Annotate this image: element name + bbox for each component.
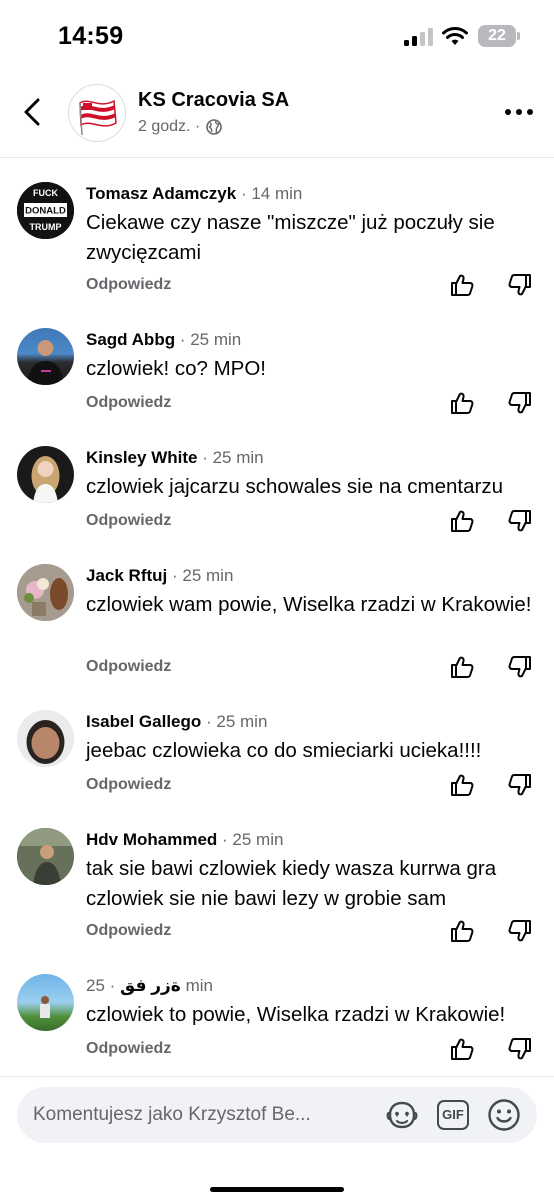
- gif-button[interactable]: GIF: [437, 1100, 469, 1130]
- comment-header: Hdv Mohammed · 25 min: [86, 830, 283, 850]
- avatar-line-3: TRUMP: [30, 222, 62, 232]
- more-options-icon[interactable]: [502, 102, 536, 122]
- commenter-avatar[interactable]: [17, 710, 74, 767]
- commenter-name[interactable]: Isabel Gallego: [86, 712, 201, 731]
- reply-button[interactable]: Odpowiedz: [86, 276, 171, 294]
- comment-text: czlowiek! co? MPO!: [86, 357, 266, 380]
- avatar-text-graphic: FUCK DONALD TRUMP: [17, 182, 74, 239]
- commenter-name[interactable]: ةزر فق: [120, 976, 181, 995]
- comment-composer: GIF: [0, 1076, 554, 1200]
- person-photo: [31, 456, 60, 503]
- cracovia-flag-logo: [79, 99, 117, 136]
- comment-text: tak sie bawi czlowiek kiedy wasza kurrwa…: [86, 857, 497, 910]
- comment-text: czlowiek wam powie, Wiselka rzadzi w Kra…: [86, 593, 532, 616]
- comment-header: Tomasz Adamczyk · 14 min: [86, 184, 302, 204]
- comment-header: Jack Rftuj · 25 min: [86, 566, 233, 586]
- reply-button[interactable]: Odpowiedz: [86, 394, 171, 412]
- globe-icon: [206, 119, 223, 135]
- flowers-photo: [17, 564, 74, 621]
- post-header: KS Cracovia SA 2 godz. ·: [0, 72, 554, 158]
- page-name[interactable]: KS Cracovia SA: [138, 89, 289, 112]
- home-indicator: [210, 1187, 344, 1192]
- thumbs-down-icon[interactable]: [507, 508, 533, 534]
- thumbs-down-icon[interactable]: [507, 772, 533, 798]
- commenter-name[interactable]: Tomasz Adamczyk: [86, 184, 236, 203]
- thumbs-up-icon[interactable]: [449, 508, 475, 534]
- comment-header: Kinsley White · 25 min: [86, 448, 264, 468]
- back-arrow-icon[interactable]: [18, 92, 48, 132]
- comment-header: Sagd Abbg · 25 min: [86, 330, 241, 350]
- comment-header: Isabel Gallego · 25 min: [86, 712, 267, 732]
- comment-time: · 14 min: [240, 184, 303, 203]
- commenter-avatar[interactable]: [17, 828, 74, 885]
- thumbs-up-icon[interactable]: [449, 654, 475, 680]
- avatar-line-2: DONALD: [25, 206, 66, 217]
- thumbs-down-icon[interactable]: [507, 1036, 533, 1062]
- reply-button[interactable]: Odpowiedz: [86, 658, 171, 676]
- thumbs-down-icon[interactable]: [507, 272, 533, 298]
- commenter-avatar[interactable]: [17, 328, 74, 385]
- person-photo: [17, 710, 74, 767]
- reply-button[interactable]: Odpowiedz: [86, 512, 171, 530]
- commenter-avatar[interactable]: [17, 446, 74, 503]
- status-time: 14:59: [58, 22, 124, 50]
- person-photo: [27, 340, 64, 385]
- commenter-avatar[interactable]: [17, 974, 74, 1031]
- battery-indicator: 22: [478, 25, 520, 47]
- post-time: 2 godz. ·: [138, 118, 201, 135]
- comment-header: ةزر فق · 25 min: [86, 976, 213, 996]
- thumbs-up-icon[interactable]: [449, 918, 475, 944]
- comment-text: jeebac czlowieka co do smieciarki ucieka…: [86, 739, 482, 762]
- commenter-name[interactable]: Jack Rftuj: [86, 566, 167, 585]
- wifi-icon: [442, 27, 468, 45]
- thumbs-up-icon[interactable]: [449, 772, 475, 798]
- status-bar: 14:59 22: [0, 0, 554, 72]
- person-photo: [40, 996, 50, 1018]
- reply-button[interactable]: Odpowiedz: [86, 922, 171, 940]
- comment-time: · 25 min: [179, 330, 242, 349]
- reply-button[interactable]: Odpowiedz: [86, 1040, 171, 1058]
- commenter-name[interactable]: Kinsley White: [86, 448, 197, 467]
- thumbs-up-icon[interactable]: [449, 272, 475, 298]
- comment-time: · 25 min: [171, 566, 234, 585]
- thumbs-down-icon[interactable]: [507, 390, 533, 416]
- thumbs-down-icon[interactable]: [507, 654, 533, 680]
- comment-text: Ciekawe czy nasze "miszcze" już poczuły …: [86, 211, 495, 264]
- emoji-icon[interactable]: [487, 1098, 521, 1132]
- comment-time: · 25 min: [206, 712, 268, 731]
- cellular-signal-icon: [404, 28, 434, 46]
- comment-time: · 25 min: [222, 830, 284, 849]
- comment-text: czlowiek jajcarzu schowales sie na cment…: [86, 475, 504, 498]
- commenter-name[interactable]: Hdv Mohammed: [86, 830, 217, 849]
- thumbs-up-icon[interactable]: [449, 1036, 475, 1062]
- comment-time: · 25 min: [202, 448, 264, 467]
- post-meta: 2 godz. ·: [138, 118, 223, 136]
- avatar-sticker-icon[interactable]: [385, 1099, 419, 1131]
- commenter-avatar[interactable]: [17, 564, 74, 621]
- commenter-avatar[interactable]: FUCK DONALD TRUMP: [17, 182, 74, 239]
- comment-input[interactable]: [33, 1087, 373, 1143]
- thumbs-down-icon[interactable]: [507, 918, 533, 944]
- composer-field: GIF: [17, 1087, 537, 1143]
- thumbs-up-icon[interactable]: [449, 390, 475, 416]
- avatar-line-1: FUCK: [33, 188, 58, 198]
- reply-button[interactable]: Odpowiedz: [86, 776, 171, 794]
- comment-text: czlowiek to powie, Wiselka rzadzi w Krak…: [86, 1003, 506, 1026]
- page-avatar[interactable]: [68, 84, 126, 142]
- person-photo: [17, 828, 74, 885]
- commenter-name[interactable]: Sagd Abbg: [86, 330, 175, 349]
- comment-list: FUCK DONALD TRUMP Tomasz Adamczyk · 14 m…: [0, 158, 554, 1076]
